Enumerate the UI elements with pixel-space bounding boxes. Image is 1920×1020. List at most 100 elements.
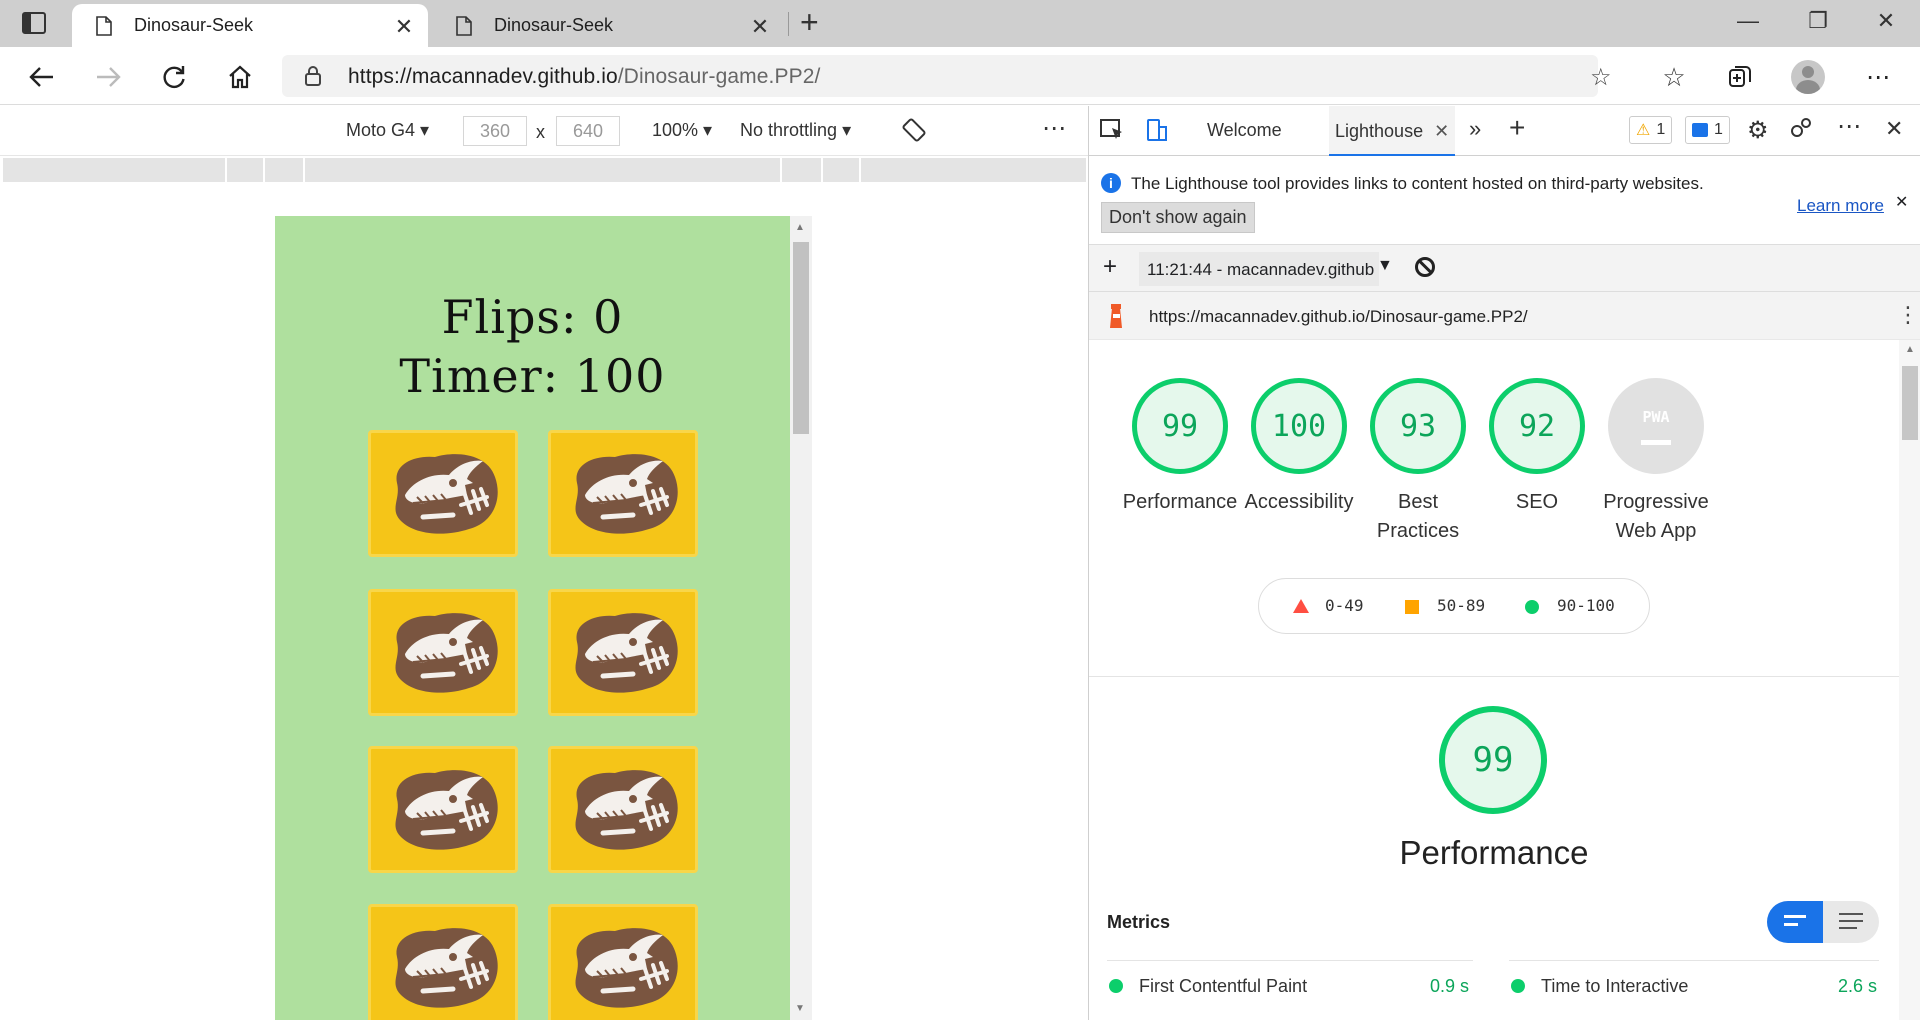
report-menu-icon[interactable]: ⋮	[1897, 302, 1919, 328]
forward-icon[interactable]	[90, 59, 126, 95]
memory-card[interactable]	[368, 430, 518, 557]
dinosaur-fossil-icon	[563, 759, 683, 860]
home-icon[interactable]	[222, 59, 258, 95]
url-path: /Dinosaur-game.PP2/	[617, 65, 821, 88]
height-field[interactable]: 640	[556, 116, 620, 146]
dinosaur-fossil-icon	[563, 443, 683, 544]
warnings-count: 1	[1656, 121, 1666, 138]
pass-circle-icon	[1525, 600, 1539, 614]
score-ring: 92	[1489, 378, 1585, 474]
memory-card[interactable]	[368, 746, 518, 873]
zoom-select[interactable]: 100% ▾	[652, 120, 712, 141]
page-icon	[96, 15, 112, 36]
close-window-icon[interactable]: ✕	[1866, 8, 1906, 38]
throttling-select[interactable]: No throttling ▾	[740, 120, 851, 141]
metric-time-to-interactive: Time to Interactive 2.6 s	[1511, 976, 1877, 997]
report-url[interactable]: https://macannadev.github.io/Dinosaur-ga…	[1149, 307, 1528, 327]
performance-gauge[interactable]: 99	[1439, 706, 1547, 814]
close-lighthouse-icon[interactable]: ✕	[1434, 121, 1449, 141]
address-bar[interactable]: https://macannadev.github.io/Dinosaur-ga…	[282, 55, 1612, 97]
score-ring: 93	[1370, 378, 1466, 474]
tab-title: Dinosaur-Seek	[134, 15, 254, 35]
messages-badge[interactable]: 1	[1685, 116, 1730, 144]
score-legend: 0-49 50-89 90-100	[1258, 578, 1650, 634]
more-tabs-icon[interactable]: »	[1469, 116, 1481, 142]
memory-card[interactable]	[548, 904, 698, 1020]
metric-value: 2.6 s	[1837, 976, 1877, 996]
url-text: https://macannadev.github.io/Dinosaur-ga…	[348, 65, 820, 89]
lighthouse-logo-icon	[1107, 304, 1125, 335]
close-tab-icon[interactable]: ✕	[392, 14, 416, 40]
tab-welcome[interactable]: Welcome	[1207, 120, 1282, 141]
score-gauge-accessibility[interactable]: 100 Accessibility	[1234, 378, 1364, 517]
tab-separator	[788, 12, 789, 36]
viewport-scrollbar[interactable]: ▲ ▼	[790, 216, 812, 1020]
add-tab-icon[interactable]: +	[1509, 112, 1525, 144]
score-gauge-best-practices[interactable]: 93 Best Practices	[1353, 378, 1483, 546]
memory-card[interactable]	[548, 589, 698, 716]
customize-icon[interactable]	[1789, 116, 1813, 145]
summary-view-icon[interactable]	[1767, 901, 1823, 943]
score-gauge-performance[interactable]: 99 Performance	[1115, 378, 1245, 517]
device-more-icon[interactable]: ⋯	[1042, 114, 1066, 143]
fail-triangle-icon	[1293, 599, 1309, 613]
refresh-icon[interactable]	[156, 59, 192, 95]
score-gauge-seo[interactable]: 92 SEO	[1472, 378, 1602, 517]
tab-actions-icon[interactable]	[22, 12, 46, 34]
memory-card[interactable]	[548, 746, 698, 873]
metrics-view-toggle[interactable]	[1767, 901, 1879, 943]
report-url-bar: https://macannadev.github.io/Dinosaur-ga…	[1089, 292, 1920, 340]
score-gauge-progressive-web-app[interactable]: PWA Progressive Web App	[1591, 378, 1721, 546]
memory-card[interactable]	[548, 430, 698, 557]
devtools-tabbar: Welcome Lighthouse ✕ » + ⚠ 1 1 ⚙ ⋯ ✕	[1089, 106, 1920, 156]
tab-dinosaur-seek-1[interactable]: Dinosaur-Seek ✕	[72, 4, 428, 47]
report-scrollbar[interactable]: ▲	[1899, 340, 1920, 1020]
media-query-ruler	[3, 158, 1086, 182]
favorites-icon[interactable]: ☆	[1656, 59, 1692, 95]
collections-icon[interactable]	[1722, 59, 1758, 95]
dont-show-again-button[interactable]: Don't show again	[1101, 202, 1255, 233]
close-tab-icon[interactable]: ✕	[748, 14, 772, 40]
close-devtools-icon[interactable]: ✕	[1885, 116, 1903, 142]
tab-title: Dinosaur-Seek	[494, 15, 614, 35]
settings-gear-icon[interactable]: ⚙	[1747, 116, 1769, 145]
report-select[interactable]: 11:21:44 - macannadev.github	[1139, 252, 1379, 286]
report-scroll-thumb[interactable]	[1902, 366, 1918, 440]
tab-lighthouse[interactable]: Lighthouse ✕	[1329, 106, 1456, 156]
inspect-icon[interactable]	[1099, 118, 1125, 147]
lock-icon[interactable]	[304, 66, 322, 91]
warnings-badge[interactable]: ⚠ 1	[1629, 116, 1673, 144]
restore-icon[interactable]: ❐	[1798, 8, 1838, 38]
clear-report-icon[interactable]	[1415, 257, 1435, 277]
metric-first-contentful-paint: First Contentful Paint 0.9 s	[1109, 976, 1469, 997]
rotate-icon[interactable]	[902, 118, 926, 147]
device-emulation-icon[interactable]	[1145, 118, 1169, 147]
dinosaur-fossil-icon	[563, 917, 683, 1018]
memory-card[interactable]	[368, 904, 518, 1020]
report-dropdown-icon[interactable]: ▼	[1377, 257, 1393, 275]
scroll-thumb[interactable]	[793, 242, 809, 434]
tab-dinosaur-seek-2[interactable]: Dinosaur-Seek ✕	[432, 4, 784, 47]
learn-more-link[interactable]: Learn more	[1797, 196, 1884, 216]
devtools-more-icon[interactable]: ⋯	[1837, 112, 1861, 141]
dinosaur-fossil-icon	[563, 602, 683, 703]
score-ring: 100	[1251, 378, 1347, 474]
memory-card[interactable]	[368, 589, 518, 716]
device-select[interactable]: Moto G4 ▾	[346, 120, 429, 141]
dinosaur-fossil-icon	[383, 443, 503, 544]
dinosaur-fossil-icon	[383, 602, 503, 703]
add-favorite-icon[interactable]: ☆	[1590, 63, 1612, 92]
new-tab-icon[interactable]: +	[800, 4, 819, 41]
detail-view-icon[interactable]	[1823, 901, 1879, 943]
profile-avatar[interactable]	[1790, 59, 1826, 95]
pwa-badge-text: PWA	[1642, 407, 1670, 426]
metrics-heading: Metrics	[1107, 912, 1171, 932]
width-field[interactable]: 360	[463, 116, 527, 146]
minimize-icon[interactable]: —	[1728, 8, 1768, 38]
metric-name: Time to Interactive	[1541, 976, 1689, 996]
report-select-value: 11:21:44 - macannadev.github	[1147, 260, 1375, 279]
back-icon[interactable]	[24, 59, 60, 95]
new-report-icon[interactable]: +	[1103, 253, 1117, 281]
settings-more-icon[interactable]: ⋯	[1860, 59, 1896, 95]
close-info-icon[interactable]: ✕	[1895, 192, 1908, 212]
